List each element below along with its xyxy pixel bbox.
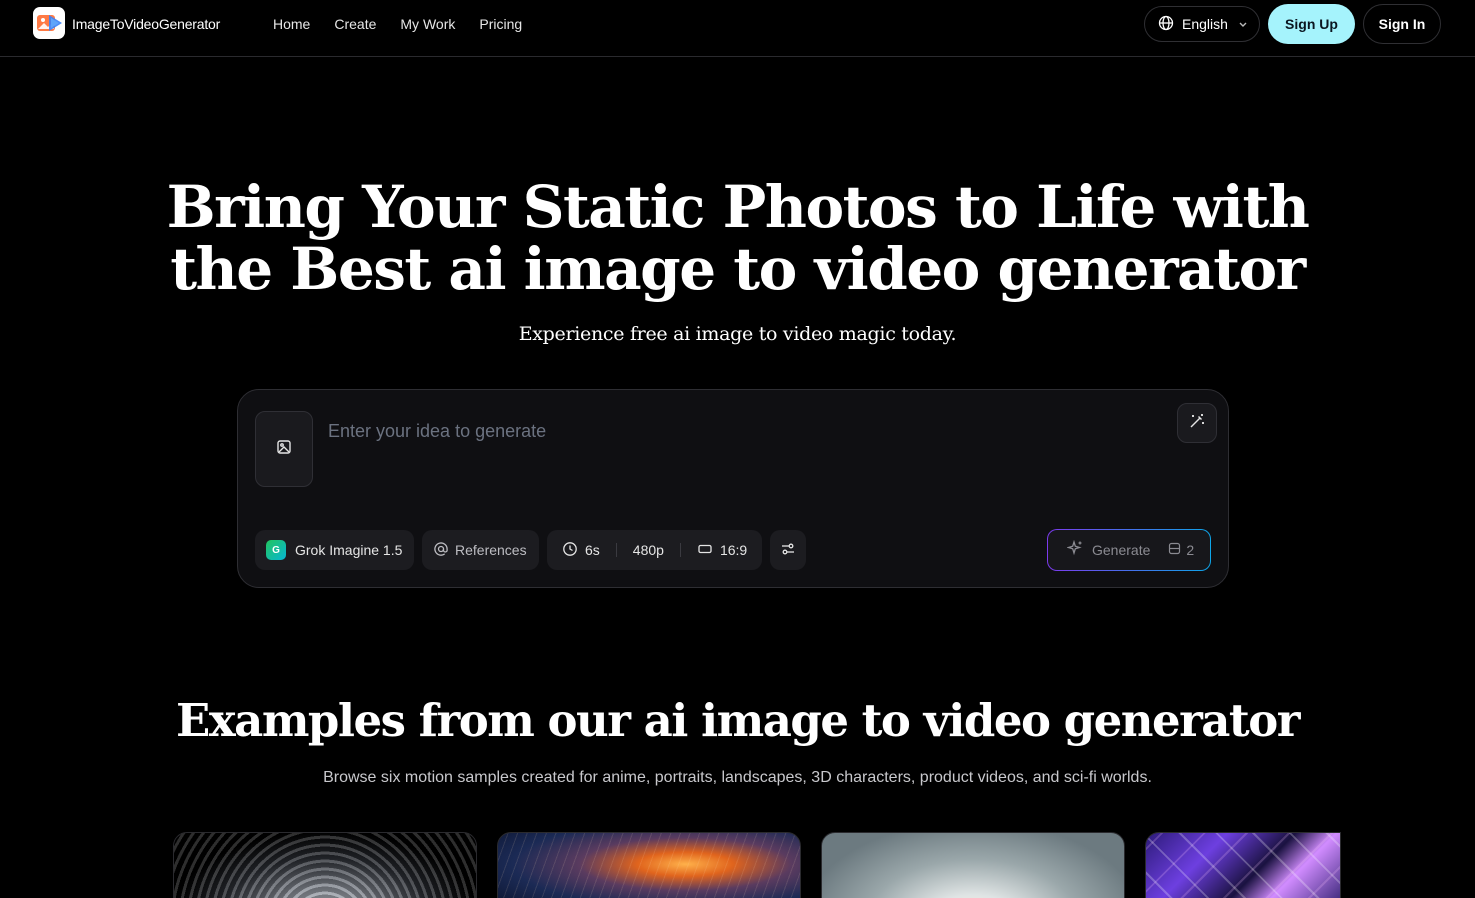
- hero-title: Bring Your Static Photos to Life with th…: [0, 176, 1475, 300]
- at-sign-icon: [433, 541, 449, 560]
- sparkle-icon: [1066, 539, 1084, 560]
- param-divider: [679, 543, 681, 557]
- generate-button[interactable]: Generate 2: [1047, 529, 1211, 571]
- example-video-thumbnail[interactable]: [497, 832, 801, 898]
- example-video-thumbnail[interactable]: [821, 832, 1125, 898]
- aspect-ratio-value[interactable]: 16:9: [720, 542, 747, 558]
- sliders-icon: [780, 541, 796, 560]
- brand-name[interactable]: ImageToVideoGenerator: [72, 16, 220, 32]
- examples-subtitle: Browse six motion samples created for an…: [323, 769, 1152, 786]
- hero-title-line2: the Best ai image to video generator: [170, 235, 1306, 303]
- resolution-value[interactable]: 480p: [633, 542, 664, 558]
- rectangle-icon: [697, 541, 713, 560]
- nav-link-home[interactable]: Home: [273, 16, 310, 32]
- hero-subtitle: Experience free ai image to video magic …: [518, 323, 957, 345]
- sign-up-button[interactable]: Sign Up: [1268, 4, 1355, 44]
- magic-enhance-button[interactable]: [1177, 403, 1217, 443]
- chevron-down-icon: [1238, 16, 1248, 32]
- top-nav: ImageToVideoGenerator Home Create My Wor…: [0, 0, 1475, 57]
- brand-logo-icon[interactable]: [33, 7, 65, 39]
- nav-link-create[interactable]: Create: [334, 16, 376, 32]
- image-upload-button[interactable]: [255, 411, 313, 487]
- generate-label: Generate: [1092, 542, 1151, 558]
- duration-value[interactable]: 6s: [585, 542, 600, 558]
- prompt-composer: G Grok Imagine 1.5 References 6s 480p 16…: [237, 389, 1229, 588]
- example-video-thumbnail[interactable]: [1145, 832, 1341, 898]
- magic-wand-icon: [1188, 412, 1206, 435]
- globe-icon: [1158, 15, 1174, 34]
- advanced-settings-button[interactable]: [770, 530, 806, 570]
- model-badge-icon: G: [266, 540, 286, 560]
- credit-cost: 2: [1168, 542, 1194, 558]
- coins-icon: [1168, 542, 1181, 558]
- references-label: References: [455, 542, 527, 558]
- image-icon: [276, 439, 292, 460]
- param-divider: [615, 543, 617, 557]
- references-button[interactable]: References: [422, 530, 539, 570]
- language-selector[interactable]: English: [1144, 6, 1260, 42]
- example-video-thumbnail[interactable]: [173, 832, 477, 898]
- nav-link-my-work[interactable]: My Work: [400, 16, 455, 32]
- clock-icon: [562, 541, 578, 560]
- prompt-input[interactable]: [328, 416, 1148, 446]
- model-label: Grok Imagine 1.5: [295, 542, 403, 558]
- credit-count: 2: [1186, 542, 1195, 558]
- model-selector[interactable]: G Grok Imagine 1.5: [255, 530, 414, 570]
- sign-in-button[interactable]: Sign In: [1363, 4, 1441, 44]
- examples-title: Examples from our ai image to video gene…: [176, 694, 1300, 747]
- nav-link-pricing[interactable]: Pricing: [479, 16, 522, 32]
- nav-links: Home Create My Work Pricing: [273, 16, 522, 32]
- language-label: English: [1182, 16, 1228, 32]
- generation-params[interactable]: 6s 480p 16:9: [547, 530, 762, 570]
- hero-title-line1: Bring Your Static Photos to Life with: [166, 173, 1310, 241]
